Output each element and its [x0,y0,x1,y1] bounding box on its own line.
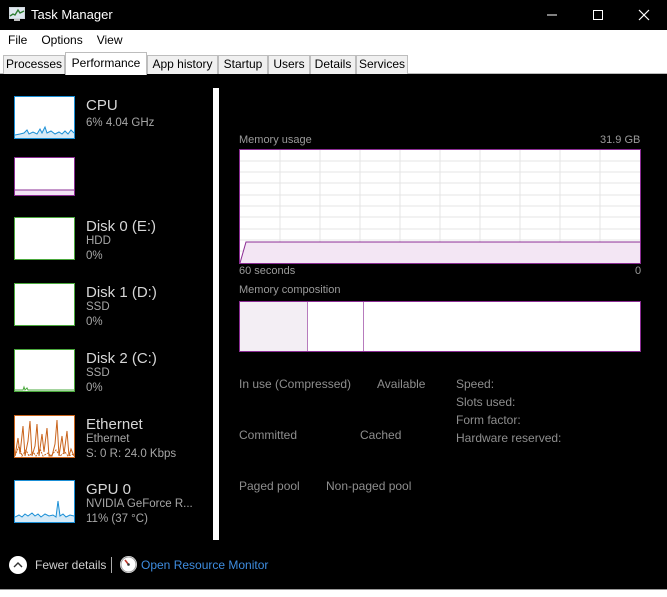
task-manager-icon [9,7,25,21]
maximize-icon [593,10,603,20]
menu-options[interactable]: Options [35,30,88,50]
tab-services[interactable]: Services [356,55,408,74]
disk-0-usage: 0% [86,250,103,262]
memory-total: 31.9 GB [600,134,641,146]
gpu-0-thumbnail-graph [14,480,75,523]
minimize-button[interactable] [529,0,575,30]
tab-performance[interactable]: Performance [65,52,147,75]
chevron-up-icon [13,562,23,568]
window-bottom-edge [0,589,667,597]
sidebar-item-disk-0[interactable]: Disk 0 (E:) HDD 0% [14,217,209,271]
disk-1-type: SSD [86,301,110,313]
sidebar-item-memory[interactable] [14,157,209,211]
maximize-button[interactable] [575,0,621,30]
menu-file[interactable]: File [2,30,33,50]
sidebar-item-disk-1[interactable]: Disk 1 (D:) SSD 0% [14,283,209,337]
disk-0-type: HDD [86,235,111,247]
window-title: Task Manager [31,7,113,22]
cpu-usage: 6% 4.04 GHz [86,117,155,129]
fewer-details-button[interactable] [9,556,27,574]
disk-0-thumbnail-graph [14,217,75,260]
resource-monitor-icon [120,556,137,573]
tab-details[interactable]: Details [310,55,356,74]
open-resource-monitor-link[interactable]: Open Resource Monitor [141,558,268,572]
time-span-label: 60 seconds [239,265,296,277]
close-button[interactable] [621,0,667,30]
cached-label: Cached [360,428,402,442]
sidebar-item-gpu-0[interactable]: GPU 0 NVIDIA GeForce R... 11% (37 °C) [14,480,209,534]
form-factor-label: Form factor: [456,413,521,427]
disk-2-thumbnail-graph [14,349,75,392]
composition-in-use [240,302,308,351]
in-use-label: In use (Compressed) [239,377,352,391]
minimize-icon [547,14,557,16]
memory-composition-bar [239,301,641,352]
hardware-reserved-label: Hardware reserved: [456,431,562,445]
composition-modified [309,302,364,351]
memory-usage-label: Memory usage [239,134,312,146]
ethernet-adapter: Ethernet [86,433,130,445]
tab-users[interactable]: Users [268,55,310,74]
tab-app-history[interactable]: App history [147,55,218,74]
disk-2-usage: 0% [86,382,103,394]
footer-separator [111,557,112,573]
graph-zero-label: 0 [635,265,642,277]
gpu-0-model: NVIDIA GeForce R... [86,498,193,510]
sidebar-item-disk-2[interactable]: Disk 2 (C:) SSD 0% [14,349,209,403]
slots-used-label: Slots used: [456,395,516,409]
disk-0-title: Disk 0 (E:) [86,218,157,235]
memory-thumbnail-graph [14,157,75,196]
gpu-0-title: GPU 0 [86,481,132,498]
tab-strip: Processes Performance App history Startu… [0,50,667,75]
sidebar-item-ethernet[interactable]: Ethernet Ethernet S: 0 R: 24.0 Kbps [14,415,209,469]
memory-usage-graph [239,149,641,264]
fewer-details-link[interactable]: Fewer details [35,558,106,572]
disk-2-title: Disk 2 (C:) [86,350,157,367]
ethernet-thumbnail-graph [14,415,75,458]
gpu-0-usage: 11% (37 °C) [86,513,148,525]
committed-label: Committed [239,428,298,442]
menu-view[interactable]: View [91,30,129,50]
disk-2-type: SSD [86,367,110,379]
menu-bar: File Options View [0,30,667,50]
disk-1-thumbnail-graph [14,283,75,326]
paged-pool-label: Paged pool [239,479,300,493]
disk-1-title: Disk 1 (D:) [86,284,157,301]
non-paged-pool-label: Non-paged pool [326,479,412,493]
ethernet-throughput: S: 0 R: 24.0 Kbps [86,448,177,460]
available-label: Available [377,377,426,391]
speed-label: Speed: [456,377,495,391]
memory-composition-label: Memory composition [239,284,341,296]
performance-pane: CPU 6% 4.04 GHz Disk 0 (E:) HDD 0% Disk … [0,75,667,547]
footer: Fewer details Open Resource Monitor [0,547,667,589]
title-bar: Task Manager [0,0,667,30]
sidebar-scrollbar[interactable] [213,88,219,540]
ethernet-title: Ethernet [86,416,143,433]
tab-processes[interactable]: Processes [3,55,65,74]
cpu-thumbnail-graph [14,96,75,139]
sidebar-item-cpu[interactable]: CPU 6% 4.04 GHz [14,96,209,150]
close-icon [638,9,650,21]
tab-startup[interactable]: Startup [218,55,268,74]
cpu-title: CPU [86,97,118,114]
disk-1-usage: 0% [86,316,103,328]
